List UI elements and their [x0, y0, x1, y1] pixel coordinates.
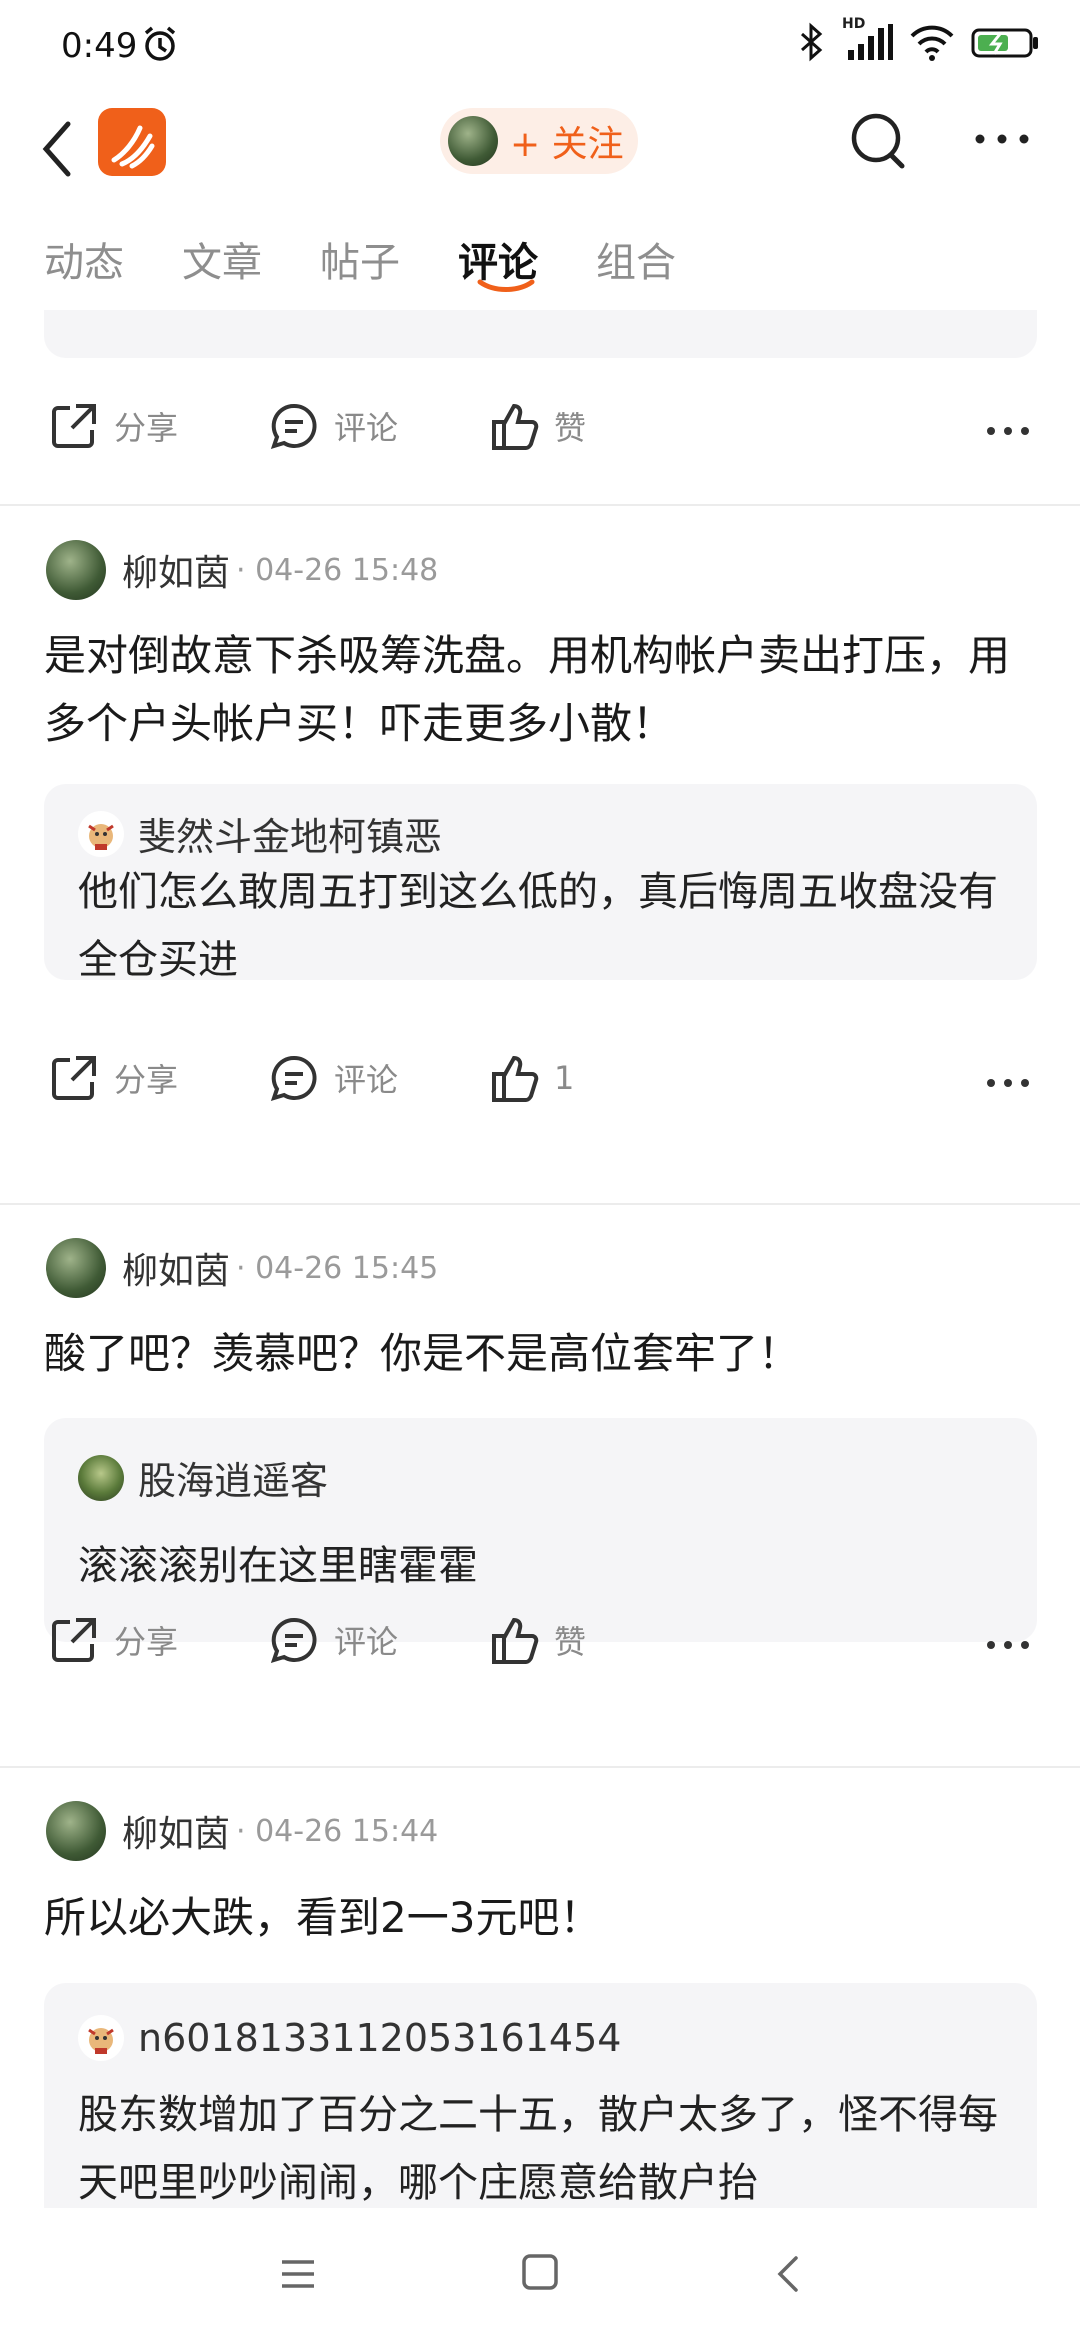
share-label: 分享 — [114, 409, 179, 447]
quote-card[interactable]: 斐然斗金地柯镇恶 他们怎么敢周五打到这么低的，真后悔周五收盘没有全仓买进 — [44, 784, 1037, 983]
follow-label: + 关注 — [510, 124, 624, 165]
like-label: 赞 — [554, 1623, 587, 1661]
quote-author-avatar — [78, 2015, 124, 2061]
comment-label: 评论 — [334, 1061, 399, 1099]
post-author-row[interactable]: 柳如茵 · 04-26 15:45 — [46, 1238, 438, 1298]
back-triangle-icon[interactable] — [768, 2252, 808, 2300]
post-more-icon[interactable] — [986, 1074, 1030, 1093]
comment-label: 评论 — [334, 1623, 399, 1661]
status-time: 0:49 — [61, 26, 138, 66]
comment-feed[interactable]: 分享 评论 赞 柳如茵 · 04-26 15:48 是对倒故意下杀吸筹洗盘。用机… — [0, 310, 1080, 2208]
quote-card-partial[interactable] — [44, 310, 1037, 358]
share-label: 分享 — [114, 1061, 179, 1099]
active-tab-indicator — [474, 278, 538, 298]
menu-icon[interactable] — [278, 2254, 318, 2298]
author-avatar[interactable] — [46, 540, 106, 600]
author-avatar[interactable] — [46, 1801, 106, 1861]
comment-icon — [270, 1055, 317, 1102]
tab-articles[interactable]: 文章 — [182, 230, 262, 288]
quote-author-row: 股海逍遥客 — [78, 1450, 328, 1505]
quote-author-name: n6018133112053161454 — [138, 2016, 622, 2060]
follow-button[interactable]: + 关注 — [440, 108, 638, 174]
home-square-icon[interactable] — [520, 2252, 560, 2296]
quote-card[interactable]: n6018133112053161454 股东数增加了百分之二十五，散户太多了，… — [44, 1983, 1037, 2208]
quote-author-name: 斐然斗金地柯镇恶 — [138, 815, 443, 859]
comment-icon — [270, 403, 317, 450]
post-time: · 04-26 15:44 — [236, 1813, 439, 1849]
app-logo-icon[interactable] — [98, 108, 166, 176]
like-button[interactable]: 1 — [488, 1052, 574, 1104]
like-count: 1 — [554, 1059, 575, 1097]
comment-icon — [270, 1617, 317, 1664]
quote-author-avatar — [78, 810, 124, 857]
post-more-icon[interactable] — [986, 1636, 1030, 1655]
share-icon — [52, 404, 96, 448]
status-bar: 0:49 HD — [0, 0, 1080, 96]
quote-author-name: 股海逍遥客 — [138, 1459, 329, 1503]
post-time: · 04-26 15:48 — [236, 552, 439, 588]
thumbs-up-icon — [492, 1617, 539, 1664]
header-bar: + 关注 — [0, 96, 1080, 206]
quote-text: 股东数增加了百分之二十五，散户太多了，怪不得每天吧里吵吵闹闹，哪个庄愿意给散户抬 — [78, 2092, 998, 2206]
like-button[interactable]: 赞 — [488, 400, 586, 452]
comment-label: 评论 — [334, 409, 399, 447]
share-icon — [52, 1618, 96, 1662]
bluetooth-icon — [794, 22, 828, 66]
post-author-row[interactable]: 柳如茵 · 04-26 15:48 — [46, 540, 438, 600]
share-button[interactable]: 分享 — [48, 400, 178, 452]
more-options-icon[interactable] — [974, 124, 1030, 158]
author-name[interactable]: 柳如茵 — [122, 544, 230, 596]
user-avatar — [448, 116, 498, 166]
quote-author-row: 斐然斗金地柯镇恶 — [78, 806, 442, 861]
post-more-icon[interactable] — [986, 422, 1030, 441]
quote-text: 滚滚滚别在这里瞎霍霍 — [78, 1543, 478, 1589]
comment-button[interactable]: 评论 — [268, 1614, 398, 1666]
thumbs-up-icon — [492, 1055, 539, 1102]
quote-card[interactable]: 股海逍遥客 滚滚滚别在这里瞎霍霍 — [44, 1418, 1037, 1642]
post-action-bar: 分享 评论 赞 — [0, 1614, 1080, 1694]
divider — [0, 504, 1080, 506]
divider — [0, 1203, 1080, 1205]
wifi-icon — [908, 22, 956, 66]
tab-portfolio[interactable]: 组合 — [596, 230, 676, 288]
post-text: 是对倒故意下杀吸筹洗盘。用机构帐户卖出打压，用多个户头帐户买！吓走更多小散！ — [44, 631, 1011, 748]
alarm-icon — [140, 24, 180, 68]
quote-author-row: n6018133112053161454 — [78, 2015, 621, 2061]
post-time: · 04-26 15:45 — [236, 1250, 439, 1286]
post-text: 酸了吧？羡慕吧？你是不是高位套牢了！ — [44, 1329, 801, 1378]
like-label: 赞 — [554, 409, 587, 447]
post-action-bar: 分享 评论 1 — [0, 1052, 1080, 1132]
post-action-bar: 分享 评论 赞 — [0, 400, 1080, 480]
post-author-row[interactable]: 柳如茵 · 04-26 15:44 — [46, 1801, 438, 1861]
thumbs-up-icon — [492, 403, 539, 450]
battery-icon — [970, 22, 1040, 66]
share-label: 分享 — [114, 1623, 179, 1661]
share-button[interactable]: 分享 — [48, 1052, 178, 1104]
post-text: 所以必大跌，看到2一3元吧！ — [44, 1893, 602, 1942]
share-button[interactable]: 分享 — [48, 1614, 178, 1666]
quote-text: 他们怎么敢周五打到这么低的，真后悔周五收盘没有全仓买进 — [78, 869, 998, 983]
author-avatar[interactable] — [46, 1238, 106, 1298]
comment-button[interactable]: 评论 — [268, 1052, 398, 1104]
system-nav-bar — [0, 2208, 1080, 2340]
share-icon — [52, 1056, 96, 1100]
signal-icon: HD — [842, 16, 894, 66]
comment-button[interactable]: 评论 — [268, 400, 398, 452]
author-name[interactable]: 柳如茵 — [122, 1805, 230, 1857]
quote-author-avatar — [78, 1454, 124, 1501]
network-type-label: HD — [842, 16, 866, 32]
author-name[interactable]: 柳如茵 — [122, 1242, 230, 1294]
divider — [0, 1766, 1080, 1768]
tab-posts[interactable]: 帖子 — [320, 230, 400, 288]
tab-dynamics[interactable]: 动态 — [44, 230, 124, 288]
like-button[interactable]: 赞 — [488, 1614, 586, 1666]
tab-bar: 动态 文章 帖子 评论 组合 — [0, 210, 1080, 310]
back-arrow-icon[interactable] — [38, 114, 78, 188]
search-icon[interactable] — [848, 106, 912, 180]
